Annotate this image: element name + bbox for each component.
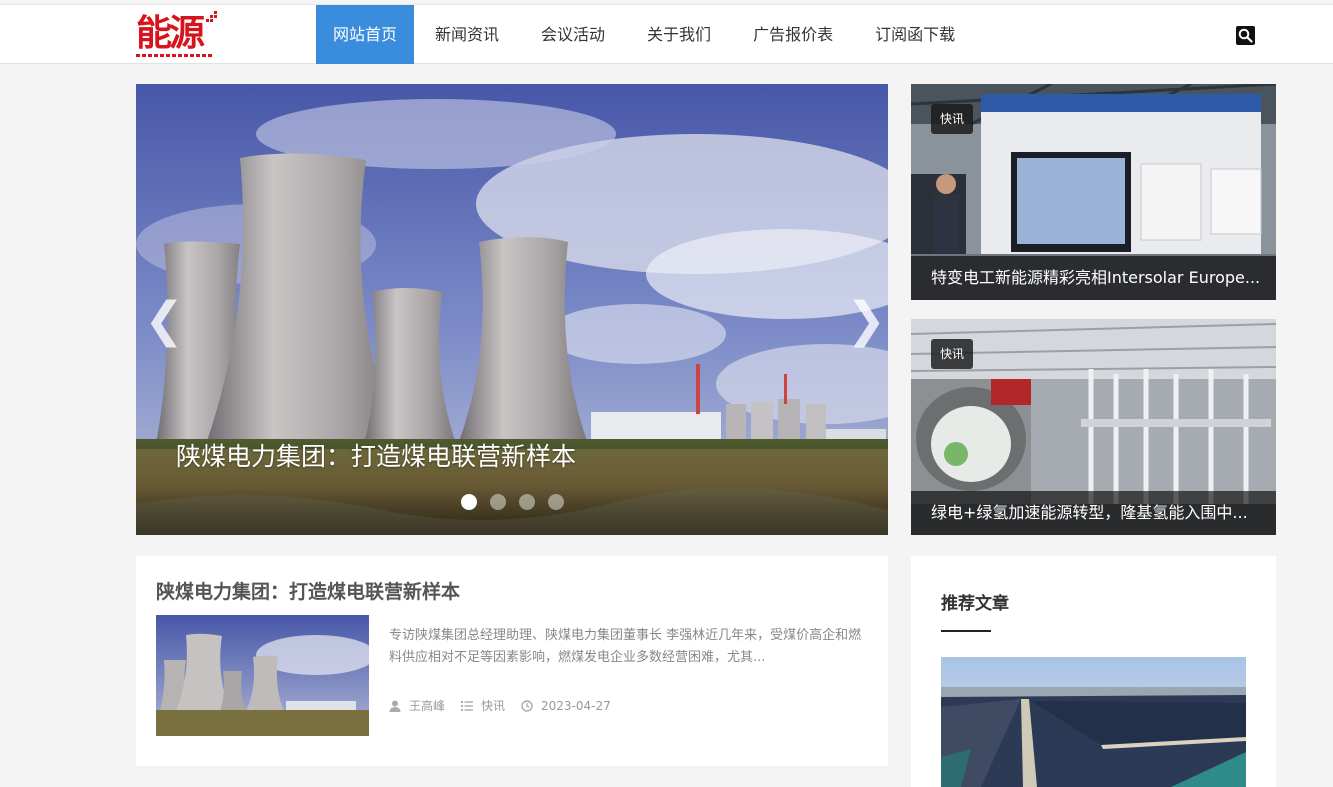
side-news-card-1[interactable]: 快讯 特变电工新能源精彩亮相Intersolar Europe... (911, 84, 1276, 300)
logo-text: 能源 (136, 12, 205, 54)
slide-caption[interactable]: 陕煤电力集团：打造煤电联营新样本 (176, 440, 576, 474)
slider-dot-3[interactable] (519, 494, 535, 510)
chevron-right-icon[interactable]: ❯ (846, 292, 886, 348)
nav-item-news[interactable]: 新闻资讯 (414, 5, 520, 64)
hero-slider[interactable]: 陕煤电力集团：打造煤电联营新样本 ❮ ❯ (136, 84, 888, 535)
recommended-articles: 推荐文章 (911, 556, 1276, 787)
list-icon (461, 700, 474, 711)
slider-dot-2[interactable] (490, 494, 506, 510)
side-news-card-2[interactable]: 快讯 绿电+绿氢加速能源转型，隆基氢能入围中... (911, 319, 1276, 535)
side-card-1-tag[interactable]: 快讯 (931, 104, 974, 134)
logo-tagline-strip (136, 54, 214, 57)
article-author[interactable]: 王高峰 (389, 697, 445, 714)
article-thumbnail[interactable] (156, 615, 369, 736)
site-header: 能源 网站首页 新闻资讯 会议活动 关于我们 广告报价表 订阅函下载 (0, 4, 1333, 64)
search-button[interactable] (1236, 26, 1255, 45)
nav-item-ad-prices[interactable]: 广告报价表 (732, 5, 854, 64)
recommended-article-image[interactable] (941, 657, 1246, 787)
chevron-left-icon[interactable]: ❮ (144, 292, 184, 348)
nav-item-events[interactable]: 会议活动 (520, 5, 626, 64)
side-card-2-title[interactable]: 绿电+绿氢加速能源转型，隆基氢能入围中... (931, 501, 1261, 525)
article-author-name: 王高峰 (409, 699, 446, 713)
main-nav: 网站首页 新闻资讯 会议活动 关于我们 广告报价表 订阅函下载 (316, 5, 976, 64)
article-meta: 王高峰 快讯 2023-04-27 (389, 697, 627, 714)
side-card-1-title[interactable]: 特变电工新能源精彩亮相Intersolar Europe... (931, 266, 1261, 290)
recommended-title: 推荐文章 (941, 594, 1009, 614)
slider-dot-4[interactable] (548, 494, 564, 510)
article-title[interactable]: 陕煤电力集团：打造煤电联营新样本 (156, 578, 460, 606)
article-date: 2023-04-27 (521, 699, 611, 713)
article-category-name: 快讯 (481, 699, 506, 713)
slider-pagination (461, 494, 564, 510)
article-date-value: 2023-04-27 (541, 698, 611, 713)
article-thumbnail-image (156, 615, 369, 736)
slider-dot-1[interactable] (461, 494, 477, 510)
article-excerpt: 专访陕煤集团总经理助理、陕煤电力集团董事长 李强林近几年来，受煤价高企和燃料供应… (389, 628, 862, 665)
nav-item-about[interactable]: 关于我们 (626, 5, 732, 64)
nav-item-subscription[interactable]: 订阅函下载 (854, 5, 976, 64)
side-card-2-tag[interactable]: 快讯 (931, 339, 974, 369)
nav-item-home[interactable]: 网站首页 (316, 5, 415, 64)
logo-dots-icon (206, 11, 218, 23)
site-logo[interactable]: 能源 (136, 11, 220, 62)
recommended-title-underline (941, 630, 991, 632)
article-category[interactable]: 快讯 (461, 697, 505, 714)
article-card: 陕煤电力集团：打造煤电联营新样本 专访陕煤集团总经理助理、陕煤电力集团董事长 李… (136, 556, 888, 766)
search-icon (1238, 28, 1253, 43)
clock-icon (521, 699, 533, 712)
user-icon (389, 700, 401, 712)
